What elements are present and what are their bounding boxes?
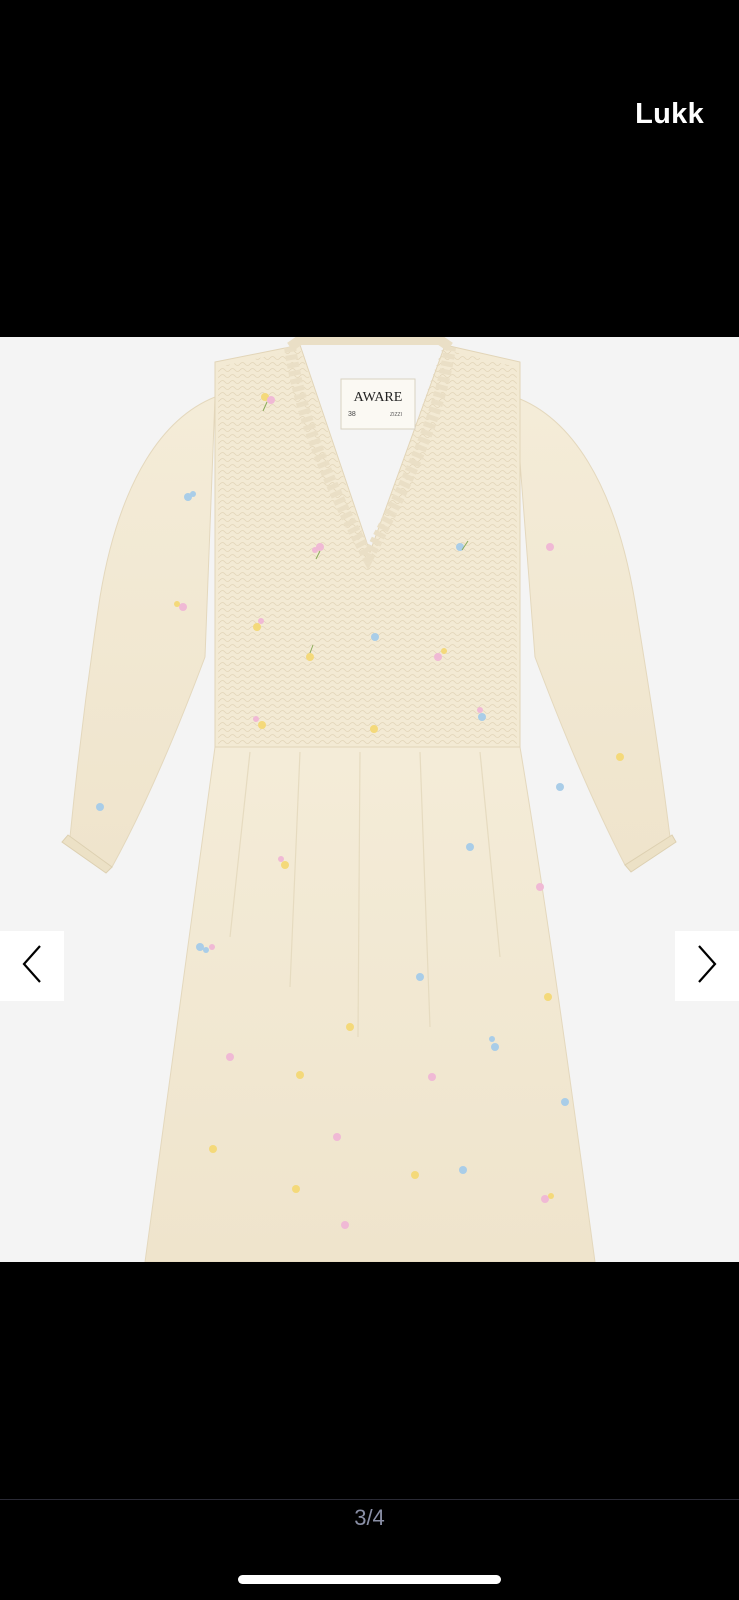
home-indicator[interactable]: [238, 1575, 501, 1584]
svg-text:38: 38: [348, 411, 356, 418]
previous-image-button[interactable]: [0, 931, 64, 1001]
chevron-right-icon: [695, 944, 719, 989]
product-image: AWARE 38 ZIZZI: [0, 337, 739, 1262]
image-counter: 3/4: [354, 1505, 385, 1530]
next-image-button[interactable]: [675, 931, 739, 1001]
close-button[interactable]: Lukk: [635, 98, 704, 131]
footer-divider: [0, 1499, 739, 1500]
brand-label-text: AWARE: [354, 390, 403, 405]
chevron-left-icon: [20, 944, 44, 989]
svg-text:ZIZZI: ZIZZI: [390, 412, 402, 418]
